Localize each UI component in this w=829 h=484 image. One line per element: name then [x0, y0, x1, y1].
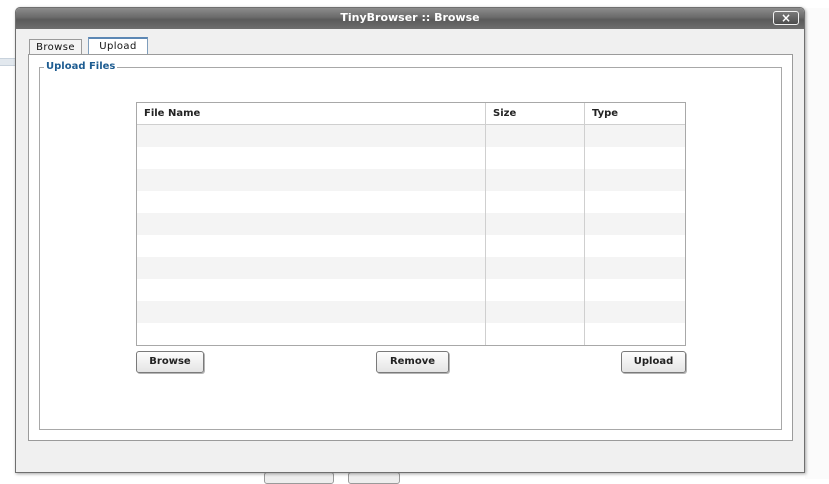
table-cell — [585, 147, 685, 169]
column-header-file-name[interactable]: File Name — [137, 103, 486, 124]
table-cell — [137, 301, 486, 323]
table-cell — [137, 323, 486, 345]
table-row[interactable] — [137, 279, 685, 301]
tab-browse[interactable]: Browse — [29, 39, 82, 55]
dialog-title: TinyBrowser :: Browse — [340, 11, 480, 24]
table-cell — [137, 235, 486, 257]
table-cell — [585, 125, 685, 147]
column-header-size[interactable]: Size — [486, 103, 585, 124]
table-row[interactable] — [137, 191, 685, 213]
close-icon[interactable]: × — [773, 11, 799, 25]
table-cell — [486, 323, 585, 345]
table-cell — [486, 257, 585, 279]
file-table: File Name Size Type — [136, 102, 686, 346]
table-cell — [137, 147, 486, 169]
table-cell — [486, 235, 585, 257]
table-cell — [137, 191, 486, 213]
table-cell — [486, 213, 585, 235]
table-row[interactable] — [137, 147, 685, 169]
table-cell — [137, 169, 486, 191]
column-divider — [485, 103, 486, 345]
background-button — [348, 472, 400, 484]
table-row[interactable] — [137, 301, 685, 323]
table-cell — [585, 301, 685, 323]
table-cell — [486, 301, 585, 323]
table-row[interactable] — [137, 323, 685, 345]
upload-files-fieldset: Upload Files File Name Size Type Browse … — [39, 61, 782, 430]
dialog-titlebar[interactable]: TinyBrowser :: Browse × — [16, 8, 804, 29]
table-cell — [585, 279, 685, 301]
table-cell — [137, 213, 486, 235]
upload-button[interactable]: Upload — [621, 351, 686, 373]
table-cell — [486, 191, 585, 213]
table-cell — [585, 235, 685, 257]
upload-files-legend: Upload Files — [44, 61, 118, 72]
table-cell — [137, 279, 486, 301]
table-row[interactable] — [137, 213, 685, 235]
column-header-type[interactable]: Type — [585, 103, 685, 124]
table-cell — [585, 191, 685, 213]
table-header: File Name Size Type — [137, 103, 685, 125]
table-cell — [137, 125, 486, 147]
table-cell — [585, 213, 685, 235]
browse-button[interactable]: Browse — [136, 351, 204, 373]
table-cell — [486, 279, 585, 301]
column-divider — [584, 103, 585, 345]
table-cell — [585, 169, 685, 191]
table-row[interactable] — [137, 235, 685, 257]
table-cell — [137, 257, 486, 279]
table-row[interactable] — [137, 257, 685, 279]
table-body — [137, 125, 685, 345]
remove-button[interactable]: Remove — [376, 351, 449, 373]
upload-panel: Upload Files File Name Size Type Browse … — [28, 54, 793, 441]
table-row[interactable] — [137, 169, 685, 191]
table-cell — [585, 257, 685, 279]
background-page-strip — [0, 58, 16, 66]
table-cell — [486, 147, 585, 169]
table-cell — [585, 323, 685, 345]
table-row[interactable] — [137, 125, 685, 147]
background-button — [264, 472, 334, 484]
tab-upload[interactable]: Upload — [88, 37, 148, 55]
background-page-edge — [805, 8, 829, 479]
table-cell — [486, 169, 585, 191]
table-cell — [486, 125, 585, 147]
tinybrowser-dialog: TinyBrowser :: Browse × Browse Upload Up… — [15, 7, 805, 473]
